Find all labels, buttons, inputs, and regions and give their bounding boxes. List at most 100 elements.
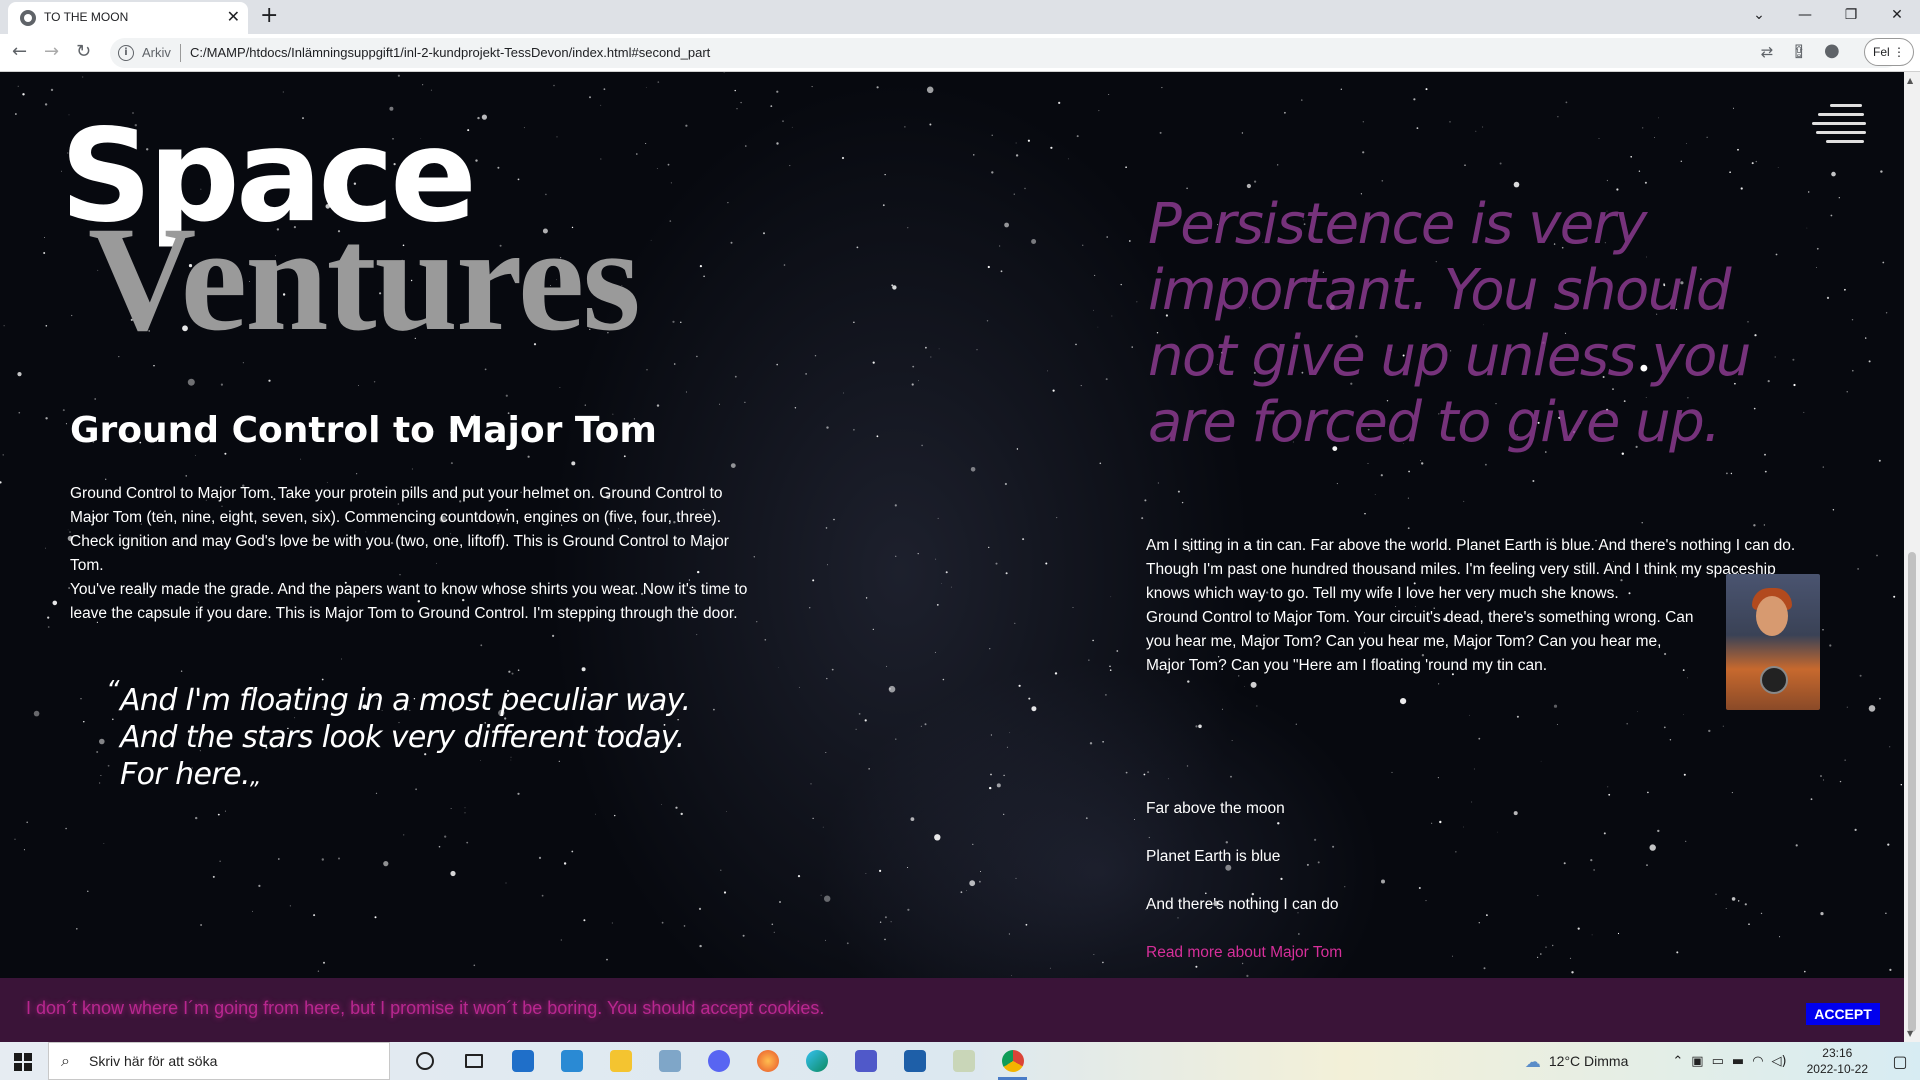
scroll-up-icon[interactable]: ▲ xyxy=(1907,76,1913,85)
star xyxy=(843,392,844,394)
star xyxy=(403,834,405,836)
star xyxy=(1831,171,1836,177)
teams-icon[interactable] xyxy=(841,1042,890,1080)
discord-icon[interactable] xyxy=(694,1042,743,1080)
tab-close-icon[interactable]: ✕ xyxy=(227,8,240,26)
star xyxy=(764,639,767,641)
star xyxy=(879,921,882,923)
file-scheme-label: Arkiv xyxy=(142,45,171,60)
task-view-icon[interactable] xyxy=(449,1042,498,1080)
star xyxy=(872,628,874,631)
star xyxy=(1367,463,1369,464)
new-tab-button[interactable]: + xyxy=(260,4,278,28)
star xyxy=(1391,771,1393,773)
star xyxy=(1439,820,1442,824)
app-icon[interactable] xyxy=(645,1042,694,1080)
meet-icon[interactable]: ▣ xyxy=(1691,1054,1703,1069)
star xyxy=(1803,411,1805,413)
star xyxy=(929,123,932,126)
translate-icon[interactable]: ⇄ xyxy=(1758,43,1776,61)
tab-search-icon[interactable]: ⌄ xyxy=(1736,0,1782,30)
star xyxy=(1134,819,1135,820)
weather-cloud-icon[interactable]: ☁ xyxy=(1525,1052,1541,1071)
star xyxy=(289,905,291,907)
display-icon[interactable]: ▭ xyxy=(1712,1054,1724,1069)
star xyxy=(1516,715,1519,718)
minimize-button[interactable]: — xyxy=(1782,0,1828,30)
info-icon[interactable]: i xyxy=(118,45,134,61)
star xyxy=(1072,607,1074,608)
star xyxy=(868,768,870,770)
clock[interactable]: 23:16 2022-10-22 xyxy=(1807,1045,1868,1077)
back-icon[interactable]: ← xyxy=(12,42,27,62)
scroll-down-icon[interactable]: ▼ xyxy=(1907,1029,1913,1038)
error-profile-pill[interactable]: Fel ⋮ xyxy=(1863,38,1914,66)
star xyxy=(1740,187,1743,190)
star xyxy=(538,856,542,860)
star xyxy=(1478,737,1481,740)
star xyxy=(583,919,586,922)
battery-icon[interactable]: ▬ xyxy=(1732,1054,1744,1069)
star xyxy=(1045,562,1048,565)
volume-icon[interactable]: ◁) xyxy=(1772,1054,1787,1069)
vscode-icon[interactable] xyxy=(547,1042,596,1080)
mail-icon[interactable] xyxy=(498,1042,547,1080)
star xyxy=(1475,130,1477,132)
chrome-icon[interactable] xyxy=(988,1042,1037,1080)
star xyxy=(1683,773,1686,776)
clock-date: 2022-10-22 xyxy=(1806,1062,1868,1076)
star xyxy=(935,558,937,560)
file-explorer-icon[interactable] xyxy=(596,1042,645,1080)
photos-icon[interactable] xyxy=(890,1042,939,1080)
star xyxy=(1094,274,1096,276)
star xyxy=(1893,595,1896,598)
page-scrollbar[interactable]: ▲ ▼ xyxy=(1904,72,1920,1042)
reload-icon[interactable]: ↻ xyxy=(76,42,91,62)
star xyxy=(1159,131,1162,134)
address-bar[interactable]: i Arkiv C:/MAMP/htdocs/Inlämningsuppgift… xyxy=(110,38,1900,68)
paint-icon[interactable] xyxy=(939,1042,988,1080)
star xyxy=(1885,312,1888,314)
star xyxy=(0,481,2,484)
close-window-button[interactable]: ✕ xyxy=(1874,0,1920,30)
star xyxy=(1680,160,1683,162)
star xyxy=(872,361,875,364)
star xyxy=(907,227,909,229)
cortana-icon[interactable] xyxy=(400,1042,449,1080)
star xyxy=(730,241,733,244)
chevron-up-icon[interactable]: ⌃ xyxy=(1672,1054,1683,1069)
star xyxy=(1793,383,1796,387)
star xyxy=(1676,951,1679,954)
star xyxy=(466,841,469,844)
profile-icon[interactable]: ● xyxy=(1824,41,1840,61)
star xyxy=(789,165,791,167)
star xyxy=(1637,711,1638,712)
star xyxy=(556,136,558,138)
url-text[interactable]: C:/MAMP/htdocs/Inlämningsuppgift1/inl-2-… xyxy=(190,45,710,60)
read-more-link[interactable]: Read more about Major Tom xyxy=(1146,944,1342,962)
firefox-icon[interactable] xyxy=(743,1042,792,1080)
wifi-icon[interactable]: ◠ xyxy=(1752,1054,1763,1069)
forward-icon[interactable]: → xyxy=(44,42,59,62)
star xyxy=(1144,499,1147,502)
browser-tab[interactable]: TO THE MOON ✕ xyxy=(8,2,248,34)
hamburger-menu-icon[interactable] xyxy=(1812,100,1870,143)
star xyxy=(1556,724,1558,725)
edge-icon[interactable] xyxy=(792,1042,841,1080)
windows-start-icon[interactable] xyxy=(14,1053,32,1071)
scroll-thumb[interactable] xyxy=(1908,552,1916,1032)
star xyxy=(1031,239,1037,244)
star xyxy=(45,417,48,420)
accept-cookies-button[interactable]: ACCEPT xyxy=(1806,1003,1880,1025)
weather-text[interactable]: 12°C Dimma xyxy=(1549,1053,1629,1069)
star xyxy=(1105,378,1108,381)
star xyxy=(1022,538,1025,541)
star xyxy=(1093,309,1094,311)
star xyxy=(645,143,647,144)
taskbar-search[interactable]: ⌕ Skriv här för att söka xyxy=(48,1042,390,1080)
star xyxy=(1004,482,1008,486)
notification-icon[interactable]: ▢ xyxy=(1880,1052,1920,1071)
restore-button[interactable]: ❐ xyxy=(1828,0,1874,30)
side-panel-icon[interactable]: ▯ xyxy=(1794,41,1804,61)
star xyxy=(1336,483,1338,485)
